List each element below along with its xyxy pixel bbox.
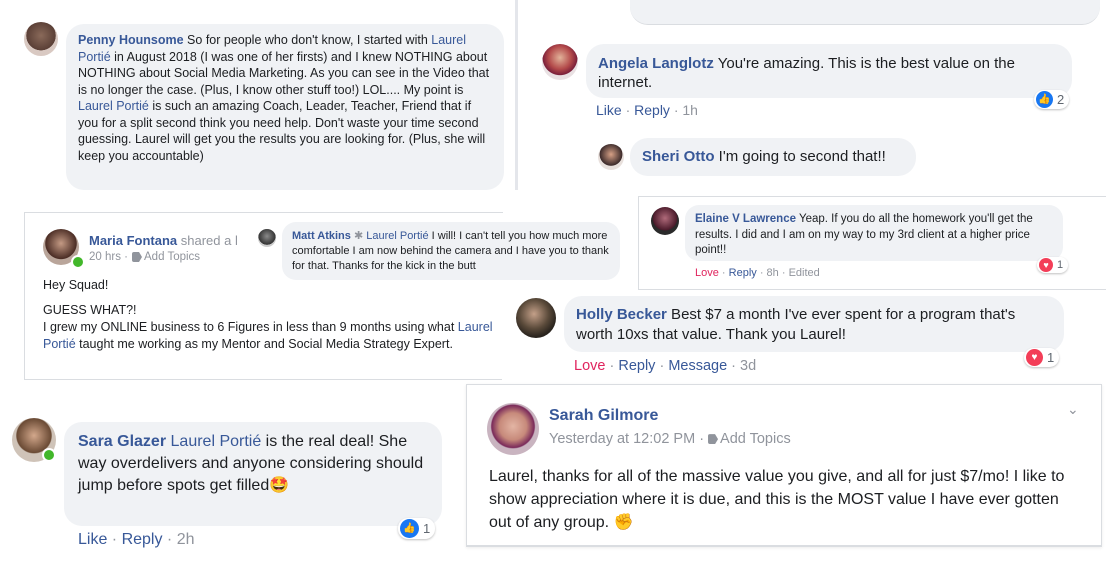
post-line: I grew my ONLINE business to 6 Figures i…: [43, 320, 455, 334]
reaction-number: 2: [1057, 92, 1065, 107]
like-icon: 👍: [400, 519, 419, 538]
tag-icon: [708, 434, 719, 445]
add-topics-link[interactable]: Add Topics: [144, 251, 200, 263]
sara-panel: Sara Glazer Laurel Portié is the real de…: [0, 400, 460, 578]
edited-label: Edited: [788, 267, 820, 279]
love-icon: ♥: [1039, 258, 1053, 272]
comment-text: So for people who don't know, I started …: [183, 33, 432, 47]
author-name[interactable]: Sarah Gilmore: [549, 407, 658, 425]
comment-bubble: Angela Langlotz You're amazing. This is …: [586, 44, 1072, 98]
reaction-count[interactable]: 👍 1: [398, 518, 436, 539]
message-link[interactable]: Message: [668, 358, 727, 374]
sarah-panel: Sarah Gilmore Yesterday at 12:02 PM · Add…: [466, 384, 1102, 547]
shared-text: shared a l: [177, 233, 238, 248]
post-body: Laurel, thanks for all of the massive va…: [489, 465, 1085, 534]
love-link[interactable]: Love: [574, 358, 605, 374]
fist-emoji: ✊: [613, 514, 634, 531]
post-meta: 20 hrs · Add Topics: [89, 251, 201, 263]
timestamp[interactable]: 3d: [740, 358, 756, 374]
avatar[interactable]: [24, 22, 58, 56]
penny-panel: Penny Hounsome So for people who don't k…: [8, 0, 518, 190]
timestamp[interactable]: 2h: [177, 531, 195, 548]
timestamp[interactable]: 1h: [682, 102, 698, 118]
post-line: taught me working as my Mentor and Socia…: [75, 337, 453, 351]
reply-bubble: Sheri Otto I'm going to second that!!: [630, 138, 916, 176]
comment-bubble: Penny Hounsome So for people who don't k…: [66, 24, 504, 190]
reply-link[interactable]: Reply: [634, 102, 670, 118]
avatar[interactable]: [542, 44, 578, 80]
reaction-count[interactable]: 👍 2: [1034, 90, 1070, 109]
holly-panel: Holly Becker Best $7 a month I've ever s…: [502, 290, 1106, 382]
commenter-name[interactable]: Holly Becker: [576, 306, 667, 323]
timestamp[interactable]: 8h: [767, 267, 779, 279]
like-icon: 👍: [1036, 91, 1053, 108]
reply-link[interactable]: Reply: [122, 531, 163, 548]
comment-bubble: Matt Atkins ✱ Laurel Portié I will! I ca…: [282, 222, 620, 280]
angela-panel: Angela Langlotz You're amazing. This is …: [524, 0, 1106, 190]
avatar[interactable]: [516, 298, 556, 338]
commenter-name[interactable]: Angela Langlotz: [598, 55, 714, 72]
like-link[interactable]: Like: [78, 531, 107, 548]
post-body: Hey Squad! GUESS WHAT?! I grew my ONLINE…: [43, 277, 499, 353]
comment-bubble: Elaine V Lawrence Yeap. If you do all th…: [685, 205, 1063, 261]
commenter-name[interactable]: Sheri Otto: [642, 148, 715, 165]
comment-actions: Love · Reply · Message · 3d: [574, 358, 757, 374]
commenter-name[interactable]: Matt Atkins: [292, 230, 351, 242]
commenter-name[interactable]: Penny Hounsome: [78, 33, 184, 47]
comment-actions: Like · Reply · 2h: [78, 531, 195, 548]
commenter-name[interactable]: Elaine V Lawrence: [695, 213, 796, 225]
comment-bubble: Sara Glazer Laurel Portié is the real de…: [64, 422, 442, 526]
reaction-number: 1: [1047, 350, 1055, 365]
comment-text: in August 2018 (I was one of her firsts)…: [78, 49, 490, 97]
avatar[interactable]: [258, 229, 276, 247]
online-indicator: [71, 255, 85, 269]
reply-link[interactable]: Reply: [618, 358, 655, 374]
like-link[interactable]: Like: [596, 102, 622, 118]
author-name[interactable]: Maria Fontana: [89, 233, 177, 248]
add-topics-link[interactable]: Add Topics: [720, 431, 791, 447]
post-line: GUESS WHAT?!: [43, 303, 137, 317]
avatar[interactable]: [598, 144, 624, 170]
online-indicator: [42, 448, 56, 462]
comment-actions: Love · Reply · 8h · Edited: [695, 267, 820, 279]
post-text: Laurel, thanks for all of the massive va…: [489, 468, 1065, 531]
love-link[interactable]: Love: [695, 267, 719, 279]
chevron-down-icon[interactable]: ⌄: [1067, 401, 1079, 418]
comment-text: I'm going to second that!!: [714, 148, 886, 165]
reaction-number: 1: [1057, 259, 1064, 271]
previous-comment-edge: [630, 0, 1100, 25]
comment-bubble: Holly Becker Best $7 a month I've ever s…: [564, 296, 1064, 352]
post-header: Maria Fontana shared a l: [89, 233, 238, 248]
avatar[interactable]: [651, 207, 679, 235]
mention-link[interactable]: Laurel Portié: [366, 230, 428, 242]
reply-link[interactable]: Reply: [729, 267, 757, 279]
avatar[interactable]: [487, 403, 539, 455]
comment-actions: Like · Reply · 1h: [596, 102, 698, 118]
mention-link[interactable]: Laurel Portié: [171, 433, 262, 450]
love-icon: ♥: [1026, 349, 1043, 366]
reaction-number: 1: [423, 521, 431, 536]
timestamp[interactable]: 20 hrs: [89, 251, 121, 263]
timestamp[interactable]: Yesterday at 12:02 PM: [549, 431, 695, 447]
tag-icon: [132, 251, 142, 262]
mention-link[interactable]: Laurel Portié: [78, 99, 149, 113]
star-struck-emoji: 🤩: [269, 477, 290, 494]
badge-icon: ✱: [353, 230, 364, 242]
reaction-count[interactable]: ♥ 1: [1024, 348, 1060, 367]
elaine-panel: Elaine V Lawrence Yeap. If you do all th…: [638, 196, 1106, 290]
commenter-name[interactable]: Sara Glazer: [78, 433, 166, 450]
post-meta: Yesterday at 12:02 PM · Add Topics: [549, 431, 791, 447]
reaction-count[interactable]: ♥ 1: [1037, 257, 1069, 273]
